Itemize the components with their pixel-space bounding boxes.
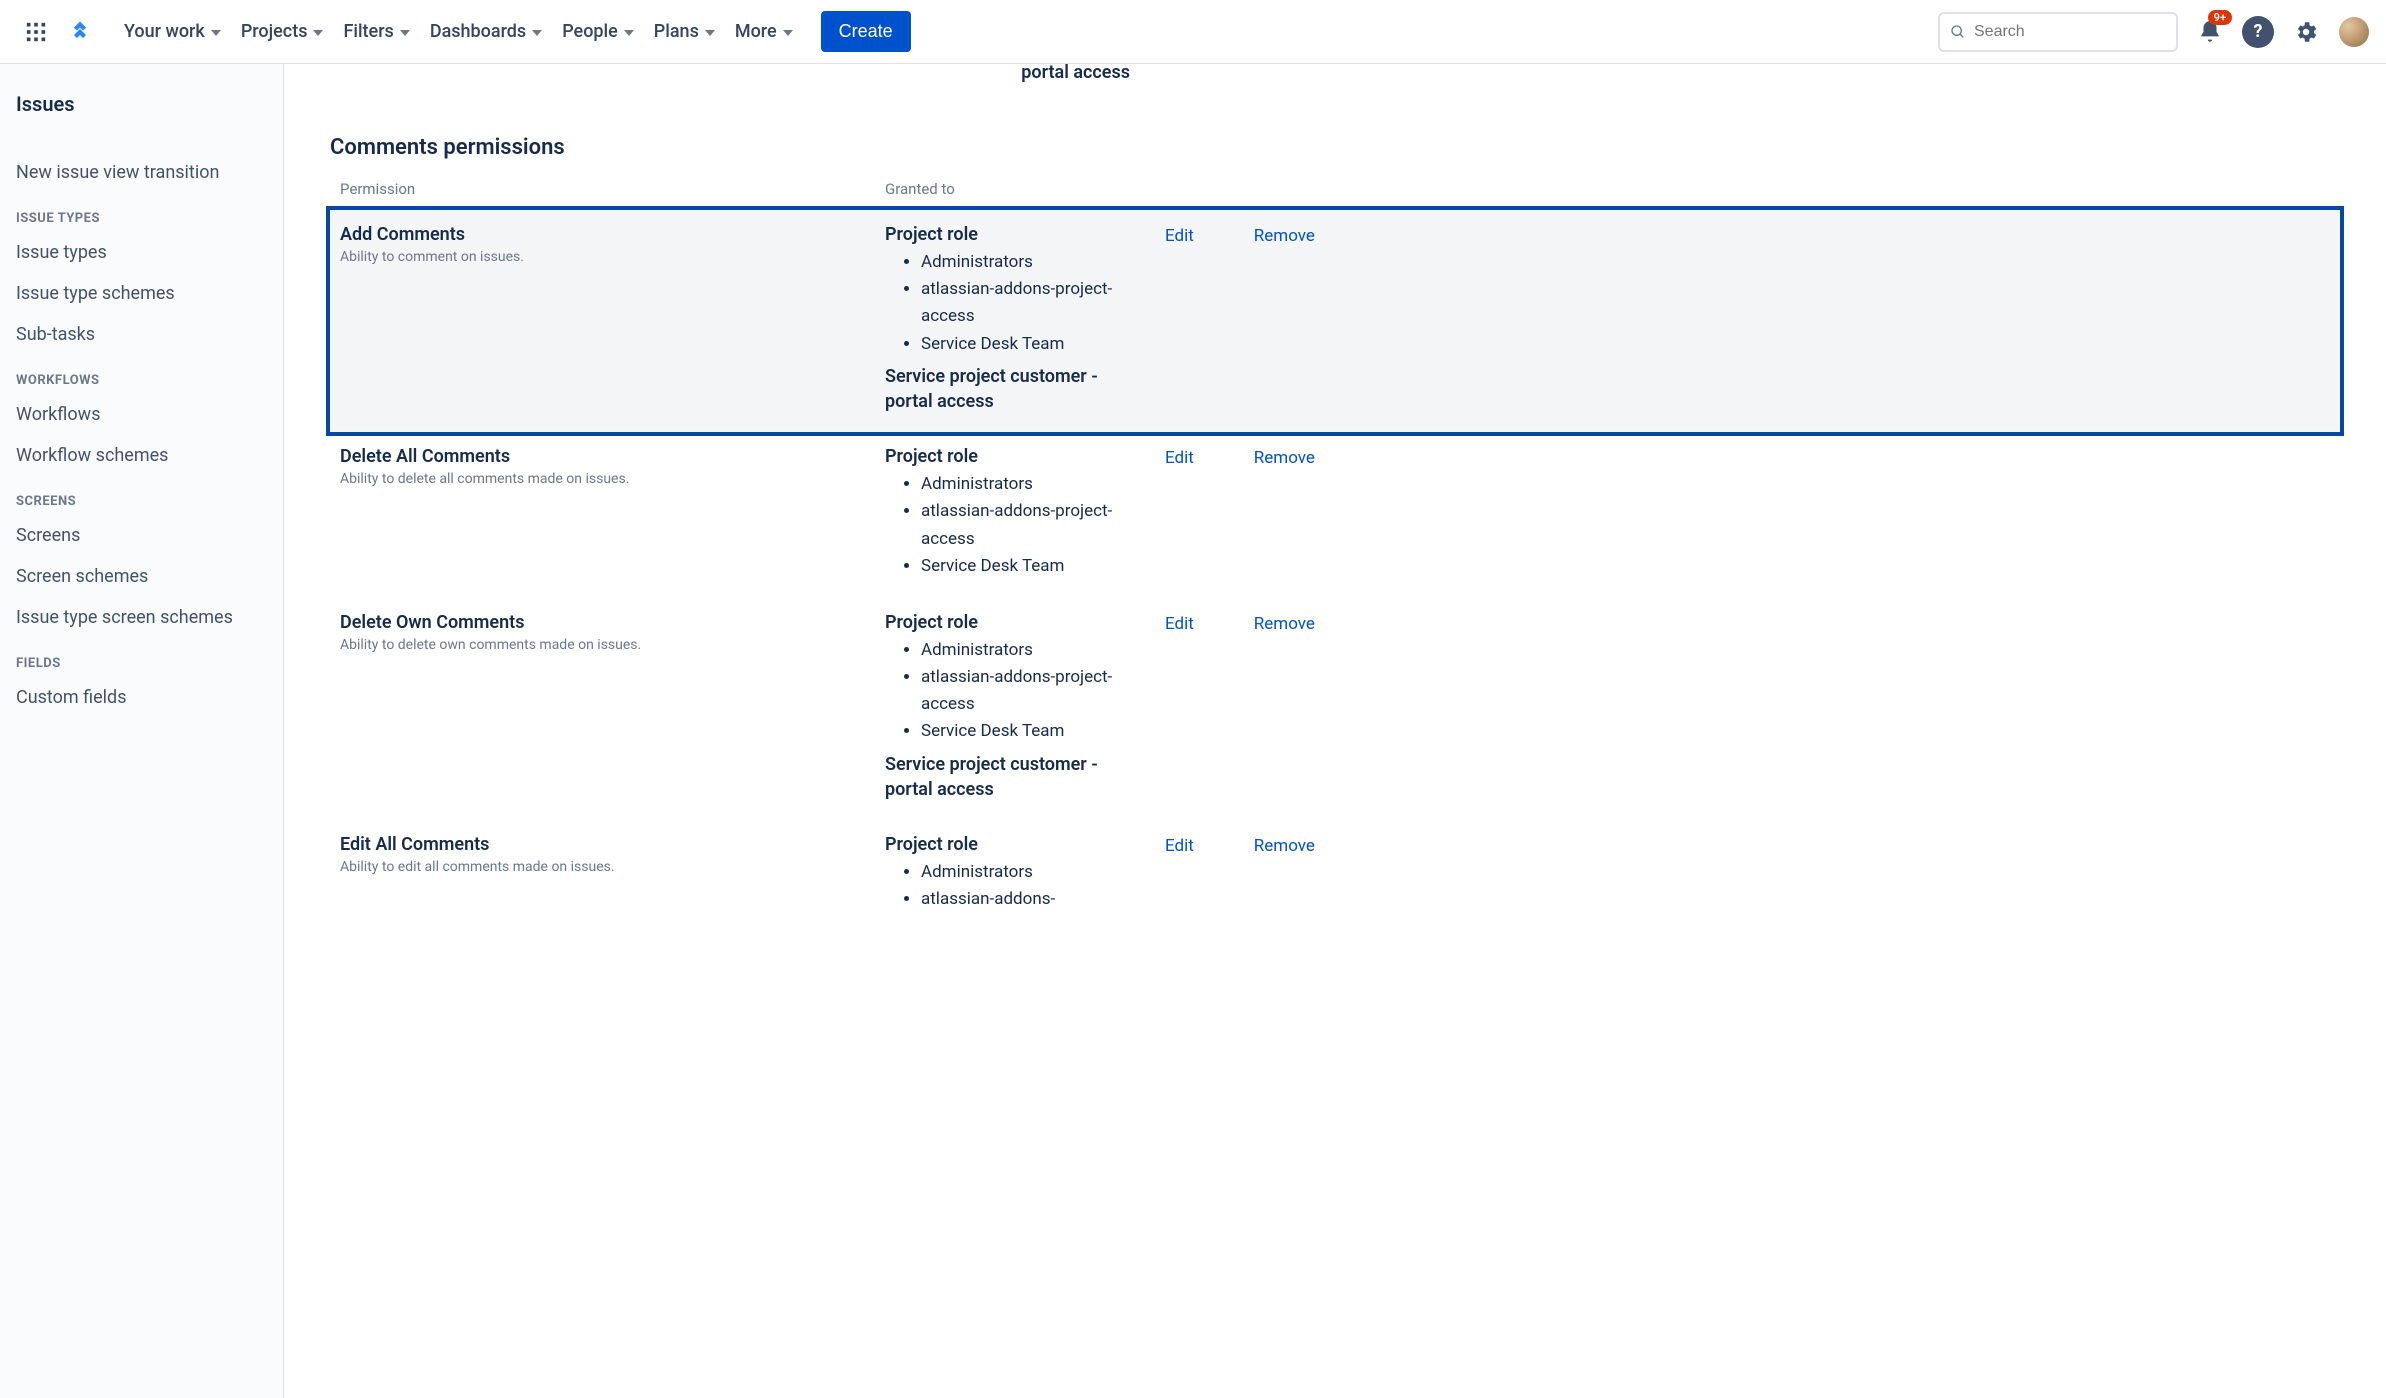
truncated-prior-row-text: portal access xyxy=(880,64,1140,83)
grant-role-item: atlassian-addons-project-access xyxy=(921,498,1145,552)
sidebar-item-sub-tasks[interactable]: Sub-tasks xyxy=(16,314,267,355)
grant-role-item: Administrators xyxy=(921,471,1145,498)
grant-header: Project role xyxy=(885,446,1145,467)
nav-right: 9+ ? xyxy=(1938,12,2370,52)
chevron-down-icon xyxy=(532,30,542,36)
app-switcher-icon[interactable] xyxy=(16,12,56,52)
remove-link[interactable]: Remove xyxy=(1254,836,1315,856)
chevron-down-icon xyxy=(705,30,715,36)
edit-link[interactable]: Edit xyxy=(1165,448,1194,468)
edit-link[interactable]: Edit xyxy=(1165,226,1194,246)
grant-role-item: Administrators xyxy=(921,249,1145,276)
grant-role-list: Administratorsatlassian-addons- xyxy=(885,859,1145,913)
nav-item-your-work[interactable]: Your work xyxy=(116,15,229,48)
sidebar-item-issue-types[interactable]: Issue types xyxy=(16,232,267,273)
sidebar: Issues New issue view transitionISSUE TY… xyxy=(0,64,284,1398)
remove-link[interactable]: Remove xyxy=(1254,448,1315,468)
grant-role-list: Administratorsatlassian-addons-project-a… xyxy=(885,471,1145,580)
permission-row: Edit All Comments Ability to edit all com… xyxy=(330,820,2340,931)
nav-item-dashboards[interactable]: Dashboards xyxy=(422,15,550,48)
grant-role-item: atlassian-addons- xyxy=(921,886,1145,913)
sidebar-item-custom-fields[interactable]: Custom fields xyxy=(16,677,267,718)
search-box[interactable] xyxy=(1938,12,2178,52)
sidebar-item-issue-type-schemes[interactable]: Issue type schemes xyxy=(16,273,267,314)
main-content: portal access Comments permissions Permi… xyxy=(284,64,2386,1398)
grant-extra: Service project customer - portal access xyxy=(885,752,1145,802)
grant-role-item: Service Desk Team xyxy=(921,718,1145,745)
settings-icon[interactable] xyxy=(2290,16,2322,48)
remove-link[interactable]: Remove xyxy=(1254,614,1315,634)
avatar[interactable] xyxy=(2338,16,2370,48)
chevron-down-icon xyxy=(211,30,221,36)
sidebar-item-screen-schemes[interactable]: Screen schemes xyxy=(16,556,267,597)
grant-header: Project role xyxy=(885,224,1145,245)
remove-link[interactable]: Remove xyxy=(1254,226,1315,246)
create-button[interactable]: Create xyxy=(821,11,911,52)
column-header-permission: Permission xyxy=(340,180,885,198)
nav-item-more[interactable]: More xyxy=(727,15,801,48)
nav-item-projects[interactable]: Projects xyxy=(233,15,332,48)
jira-logo-icon[interactable] xyxy=(60,12,100,52)
nav-item-plans[interactable]: Plans xyxy=(646,15,723,48)
sidebar-item-workflow-schemes[interactable]: Workflow schemes xyxy=(16,435,267,476)
sidebar-section-screens: SCREENS xyxy=(16,476,267,515)
grant-extra: Service project customer - portal access xyxy=(885,364,1145,414)
notification-badge: 9+ xyxy=(2208,10,2232,25)
grant-role-item: Administrators xyxy=(921,859,1145,886)
nav-item-filters[interactable]: Filters xyxy=(335,15,417,48)
top-nav: Your workProjectsFiltersDashboardsPeople… xyxy=(0,0,2386,64)
permission-description: Ability to edit all comments made on iss… xyxy=(340,859,885,875)
grant-role-item: atlassian-addons-project-access xyxy=(921,664,1145,718)
search-input[interactable] xyxy=(1974,23,2166,41)
nav-left: Your workProjectsFiltersDashboardsPeople… xyxy=(16,11,911,52)
sidebar-item-new-issue-view-transition[interactable]: New issue view transition xyxy=(16,152,267,193)
grant-header: Project role xyxy=(885,834,1145,855)
sidebar-section-workflows: WORKFLOWS xyxy=(16,355,267,394)
search-icon xyxy=(1950,23,1966,41)
permission-row: Delete Own Comments Ability to delete own… xyxy=(330,598,2340,820)
sidebar-item-issue-type-screen-schemes[interactable]: Issue type screen schemes xyxy=(16,597,267,638)
permission-name: Add Comments xyxy=(340,224,885,245)
grant-role-item: Service Desk Team xyxy=(921,331,1145,358)
permission-name: Delete All Comments xyxy=(340,446,885,467)
chevron-down-icon xyxy=(783,30,793,36)
permission-row: Delete All Comments Ability to delete all… xyxy=(330,432,2340,598)
grant-header: Project role xyxy=(885,612,1145,633)
sidebar-section-fields: FIELDS xyxy=(16,638,267,677)
chevron-down-icon xyxy=(624,30,634,36)
grant-role-item: Administrators xyxy=(921,637,1145,664)
column-header-granted-to: Granted to xyxy=(885,180,1145,198)
section-title: Comments permissions xyxy=(330,135,2340,160)
nav-item-people[interactable]: People xyxy=(554,15,642,48)
sidebar-spacer xyxy=(16,124,267,152)
edit-link[interactable]: Edit xyxy=(1165,614,1194,634)
permission-row: Add Comments Ability to comment on issues… xyxy=(326,206,2344,436)
permission-name: Delete Own Comments xyxy=(340,612,885,633)
permission-description: Ability to delete own comments made on i… xyxy=(340,637,885,653)
permission-description: Ability to comment on issues. xyxy=(340,249,885,265)
edit-link[interactable]: Edit xyxy=(1165,836,1194,856)
grant-role-list: Administratorsatlassian-addons-project-a… xyxy=(885,637,1145,746)
help-icon[interactable]: ? xyxy=(2242,16,2274,48)
permission-name: Edit All Comments xyxy=(340,834,885,855)
sidebar-section-issue-types: ISSUE TYPES xyxy=(16,193,267,232)
grant-role-item: Service Desk Team xyxy=(921,553,1145,580)
sidebar-heading: Issues xyxy=(16,88,267,124)
grant-role-item: atlassian-addons-project-access xyxy=(921,276,1145,330)
grant-role-list: Administratorsatlassian-addons-project-a… xyxy=(885,249,1145,358)
sidebar-item-screens[interactable]: Screens xyxy=(16,515,267,556)
chevron-down-icon xyxy=(313,30,323,36)
notifications-icon[interactable]: 9+ xyxy=(2194,16,2226,48)
sidebar-item-workflows[interactable]: Workflows xyxy=(16,394,267,435)
chevron-down-icon xyxy=(400,30,410,36)
permissions-table-header: Permission Granted to xyxy=(330,174,2340,210)
permission-description: Ability to delete all comments made on i… xyxy=(340,471,885,487)
